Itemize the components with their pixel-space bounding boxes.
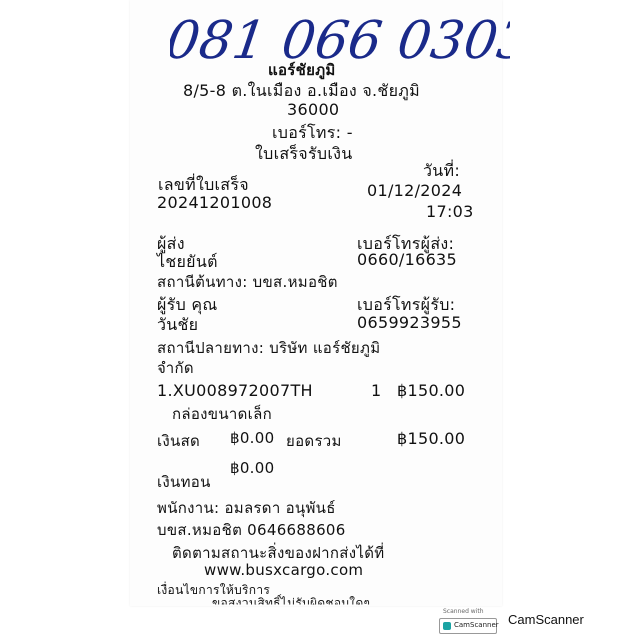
tracking-website: www.busxcargo.com: [204, 561, 364, 579]
scanned-with-label: Scanned with: [443, 608, 484, 615]
item-description: กล่องขนาดเล็ก: [172, 405, 272, 423]
destination-station-cont: จำกัด: [157, 359, 194, 377]
total-amount: ฿150.00: [397, 429, 466, 448]
change-amount: ฿0.00: [230, 459, 275, 477]
cash-label: เงินสด: [157, 432, 201, 450]
camscanner-badge-label: CamScanner: [454, 621, 499, 629]
item-price: ฿150.00: [397, 381, 466, 400]
terms-text: ขอสงวนสิทธิ์ไม่รับผิดชอบใดๆ: [212, 596, 371, 610]
item-code: 1.XU008972007TH: [157, 381, 313, 400]
sender-phone: 0660/16635: [357, 250, 458, 269]
camscanner-watermark: CamScanner: [508, 612, 584, 627]
receiver-phone: 0659923955: [357, 313, 462, 332]
camscanner-logo-icon: [443, 622, 451, 630]
postcode: 36000: [287, 100, 340, 119]
receiver-name: วันชัย: [157, 315, 199, 334]
svg-text:081 066 0303: 081 066 0303: [170, 11, 510, 71]
total-label: ยอดรวม: [286, 432, 342, 450]
document-title: ใบเสร็จรับเงิน: [255, 144, 353, 163]
item-qty: 1: [371, 381, 382, 400]
branch-phone: บขส.หมอชิต 0646688606: [157, 521, 346, 539]
receipt-date: 01/12/2024: [367, 181, 463, 200]
staff-name: พนักงาน: อมลรดา อนุพันธ์: [157, 499, 336, 517]
receipt-no: 20241201008: [157, 193, 273, 212]
cash-amount: ฿0.00: [230, 429, 275, 447]
change-label: เงินทอน: [157, 473, 211, 491]
origin-station: สถานีต้นทาง: บขส.หมอชิต: [157, 273, 338, 291]
receipt-time: 17:03: [426, 202, 474, 221]
camscanner-badge-box: CamScanner: [439, 618, 499, 634]
handwritten-phone-number: 081 066 0303: [170, 11, 510, 71]
camscanner-badge: Scanned with CamScanner: [439, 606, 501, 634]
